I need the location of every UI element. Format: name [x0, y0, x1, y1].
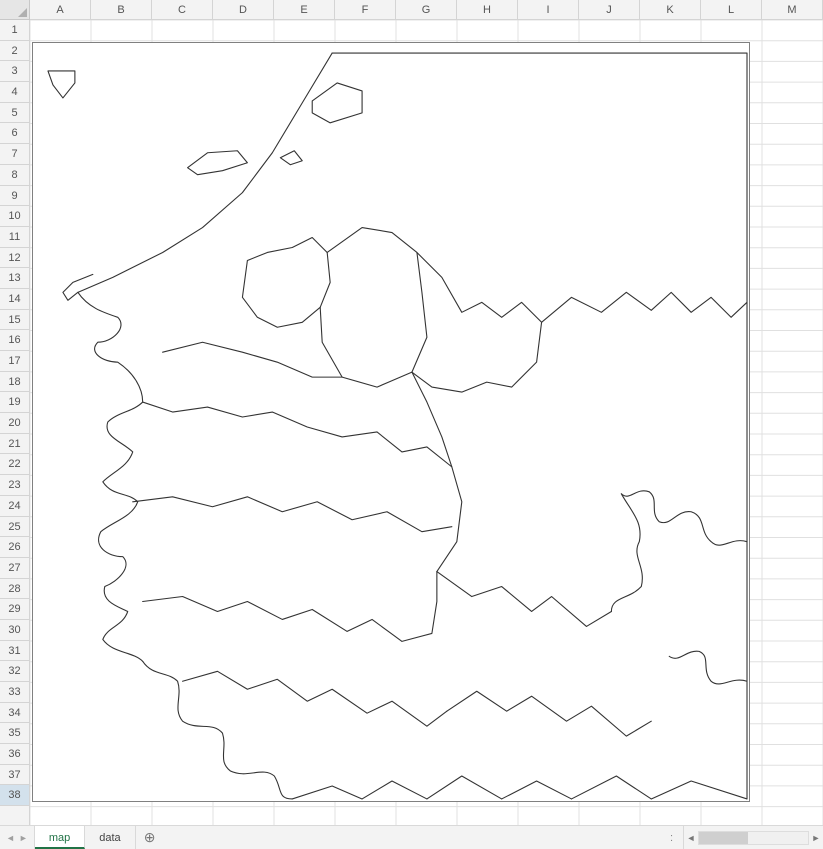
row-head[interactable]: 18 — [0, 372, 29, 393]
scroll-right-icon[interactable]: ► — [809, 833, 823, 843]
col-head[interactable]: M — [762, 0, 823, 19]
row-head[interactable]: 15 — [0, 310, 29, 331]
row-head[interactable]: 5 — [0, 103, 29, 124]
worksheet-body: 1234567891011121314151617181920212223242… — [0, 20, 823, 825]
row-head[interactable]: 29 — [0, 599, 29, 620]
row-head[interactable]: 31 — [0, 641, 29, 662]
col-head[interactable]: F — [335, 0, 396, 19]
col-head[interactable]: B — [91, 0, 152, 19]
row-head[interactable]: 19 — [0, 392, 29, 413]
col-head[interactable]: A — [30, 0, 91, 19]
row-head[interactable]: 1 — [0, 20, 29, 41]
row-head[interactable]: 21 — [0, 434, 29, 455]
map-drawing — [33, 43, 749, 801]
row-head[interactable]: 10 — [0, 206, 29, 227]
row-head[interactable]: 28 — [0, 579, 29, 600]
col-head[interactable]: I — [518, 0, 579, 19]
sheet-tab-data[interactable]: data — [85, 826, 135, 849]
row-head[interactable]: 3 — [0, 61, 29, 82]
col-head[interactable]: H — [457, 0, 518, 19]
embedded-chart[interactable] — [32, 42, 750, 802]
row-head[interactable]: 20 — [0, 413, 29, 434]
tab-nav-prev-icon[interactable]: ◄ — [6, 833, 15, 843]
row-head[interactable]: 17 — [0, 351, 29, 372]
row-head[interactable]: 32 — [0, 661, 29, 682]
row-head[interactable]: 13 — [0, 268, 29, 289]
col-head[interactable]: D — [213, 0, 274, 19]
row-head[interactable]: 38 — [0, 785, 29, 806]
row-head[interactable]: 9 — [0, 186, 29, 207]
row-head[interactable]: 35 — [0, 723, 29, 744]
col-head[interactable]: K — [640, 0, 701, 19]
column-header-bar: A B C D E F G H I J K L M — [0, 0, 823, 20]
row-head[interactable]: 26 — [0, 537, 29, 558]
row-head[interactable]: 23 — [0, 475, 29, 496]
row-head[interactable]: 4 — [0, 82, 29, 103]
sheet-tab-bar: ◄ ► map data ⊕ : ◄ ► — [0, 825, 823, 849]
row-head[interactable]: 24 — [0, 496, 29, 517]
tab-nav: ◄ ► — [0, 826, 35, 849]
row-head[interactable]: 36 — [0, 744, 29, 765]
tab-nav-next-icon[interactable]: ► — [19, 833, 28, 843]
horizontal-scrollbar[interactable]: ◄ ► — [683, 826, 823, 849]
row-head[interactable]: 27 — [0, 558, 29, 579]
row-head[interactable]: 2 — [0, 41, 29, 62]
scroll-left-icon[interactable]: ◄ — [684, 833, 698, 843]
sheet-tab-map[interactable]: map — [35, 826, 85, 849]
spreadsheet-app: A B C D E F G H I J K L M 12345678910111… — [0, 0, 823, 849]
row-header-bar: 1234567891011121314151617181920212223242… — [0, 20, 30, 825]
row-head[interactable]: 7 — [0, 144, 29, 165]
scroll-track[interactable] — [698, 831, 809, 845]
col-head[interactable]: J — [579, 0, 640, 19]
row-head[interactable]: 30 — [0, 620, 29, 641]
row-head[interactable]: 25 — [0, 517, 29, 538]
row-head[interactable]: 12 — [0, 248, 29, 269]
col-head[interactable]: C — [152, 0, 213, 19]
col-head[interactable]: E — [274, 0, 335, 19]
select-all-corner[interactable] — [0, 0, 30, 20]
add-sheet-button[interactable]: ⊕ — [136, 826, 164, 849]
row-head[interactable]: 11 — [0, 227, 29, 248]
row-head[interactable]: 34 — [0, 703, 29, 724]
scroll-thumb[interactable] — [699, 832, 748, 844]
col-head[interactable]: L — [701, 0, 762, 19]
row-head[interactable]: 16 — [0, 330, 29, 351]
cell-grid[interactable] — [30, 20, 823, 825]
row-head[interactable]: 22 — [0, 454, 29, 475]
row-head[interactable]: 33 — [0, 682, 29, 703]
sheet-tabs: map data — [35, 826, 136, 849]
tabbar-spacer — [164, 826, 662, 849]
row-head[interactable]: 14 — [0, 289, 29, 310]
tab-options-icon[interactable]: : — [662, 826, 683, 849]
col-head[interactable]: G — [396, 0, 457, 19]
row-head[interactable]: 37 — [0, 765, 29, 786]
row-head[interactable]: 6 — [0, 123, 29, 144]
row-head[interactable]: 8 — [0, 165, 29, 186]
